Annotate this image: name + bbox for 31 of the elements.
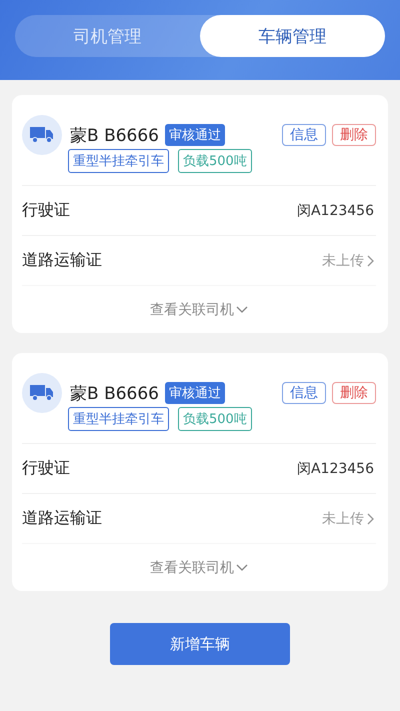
- status-badge: 审核通过: [165, 382, 225, 404]
- add-vehicle-button[interactable]: 新增车辆: [110, 623, 290, 665]
- vehicle-tag: 重型半挂牵引车: [68, 149, 169, 173]
- license-number: 闵A123456: [296, 202, 374, 220]
- upload-status-link[interactable]: 未上传: [322, 510, 374, 528]
- view-drivers-toggle[interactable]: 查看关联司机: [150, 558, 248, 576]
- delete-button[interactable]: 删除: [332, 124, 376, 146]
- truck-icon: [30, 126, 54, 144]
- field-label: 道路运输证: [22, 508, 102, 529]
- info-button[interactable]: 信息: [282, 382, 326, 404]
- tab[interactable]: 车辆管理: [200, 15, 385, 57]
- field-label: 行驶证: [22, 458, 70, 479]
- truck-icon: [30, 384, 54, 402]
- view-drivers-toggle[interactable]: 查看关联司机: [150, 300, 248, 318]
- info-button[interactable]: 信息: [282, 124, 326, 146]
- chevron-down-icon: [236, 306, 248, 314]
- delete-button[interactable]: 删除: [332, 382, 376, 404]
- vehicle-tag: 负载500吨: [178, 407, 252, 431]
- plate-number: 蒙B B6666: [70, 124, 159, 146]
- plate-number: 蒙B B6666: [70, 382, 159, 404]
- tab[interactable]: 司机管理: [15, 15, 200, 57]
- upload-status-link[interactable]: 未上传: [322, 252, 374, 270]
- chevron-right-icon: [367, 512, 374, 524]
- vehicle-tag: 重型半挂牵引车: [68, 407, 169, 431]
- field-label: 行驶证: [22, 200, 70, 221]
- field-label: 道路运输证: [22, 250, 102, 271]
- vehicle-tag: 负载500吨: [178, 149, 252, 173]
- chevron-right-icon: [367, 254, 374, 266]
- license-number: 闵A123456: [296, 460, 374, 478]
- status-badge: 审核通过: [165, 124, 225, 146]
- chevron-down-icon: [236, 564, 248, 572]
